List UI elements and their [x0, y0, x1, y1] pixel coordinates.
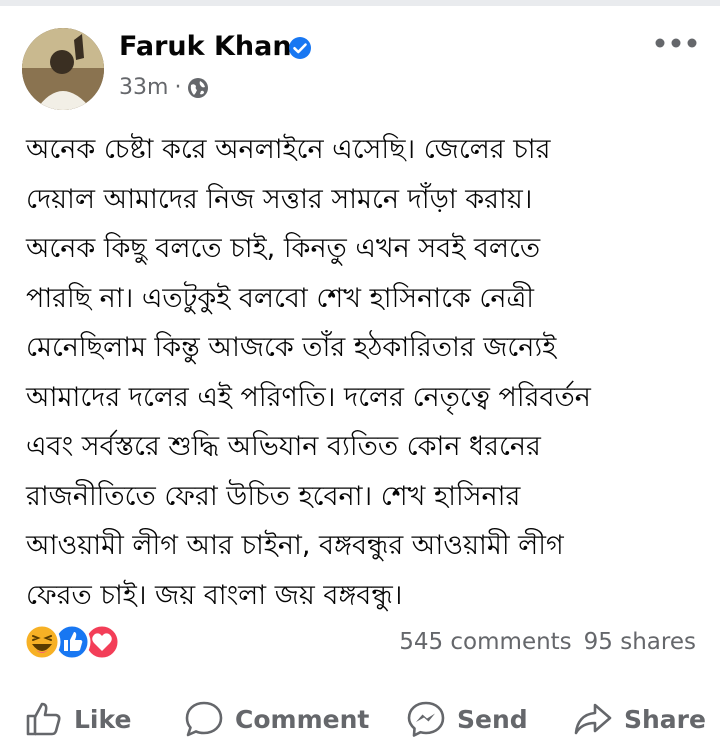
top-divider — [0, 0, 720, 6]
verified-badge-icon — [289, 37, 311, 59]
post-line: রাজনীতিতে ফেরা উচিত হবেনা। শেখ হাসিনার — [26, 480, 521, 512]
share-button[interactable]: Share — [572, 695, 706, 743]
post-line: এবং সর্বস্তরে শুদ্ধি অভিযান ব্যতিত কোন ধ… — [26, 431, 541, 462]
comment-count[interactable]: 545 comments — [399, 629, 571, 655]
share-label: Share — [624, 704, 706, 734]
globe-icon[interactable] — [187, 77, 209, 99]
thumbs-up-icon — [26, 702, 61, 736]
post-line: পারছি না। এতটুকুই বলবো শেখ হাসিনাকে নেত্… — [26, 282, 535, 314]
haha-reaction-icon — [23, 623, 61, 661]
action-bar: Like Comment Send Share — [0, 695, 720, 743]
comment-bubble-icon — [185, 701, 223, 737]
post-line: অনেক কিছু বলতে চাই, কিনতু এখন সবই বলতে — [26, 233, 541, 264]
like-label: Like — [74, 704, 132, 734]
send-button[interactable]: Send — [405, 695, 528, 743]
avatar[interactable] — [22, 28, 104, 110]
author-name[interactable]: Faruk Khan — [119, 30, 292, 64]
post-meta: 33m · — [119, 74, 209, 102]
share-arrow-icon — [574, 703, 612, 735]
send-label: Send — [457, 704, 528, 734]
share-count[interactable]: 95 shares — [584, 629, 696, 655]
reaction-summary[interactable] — [22, 622, 122, 662]
comment-button[interactable]: Comment — [183, 695, 369, 743]
post-line: আওয়ামী লীগ আর চাইনা, বঙ্গবন্ধুর আওয়ামী… — [26, 530, 564, 561]
post-line: ফেরত চাই। জয় বাংলা জয় বঙ্গবন্ধু। — [26, 579, 403, 611]
meta-separator: · — [174, 75, 182, 100]
post-line: দেয়াল আমাদের নিজ সত্তার সামনে দাঁড়া কর… — [26, 183, 533, 215]
comment-label: Comment — [235, 704, 370, 734]
more-options-icon[interactable] — [654, 36, 698, 50]
post-line: অনেক চেষ্টা করে অনলাইনে এসেছি। জেলের চার — [26, 134, 551, 165]
post-time[interactable]: 33m — [119, 74, 168, 102]
post-line: আমাদের দলের এই পরিণতি। দলের নেতৃত্বে পরি… — [26, 381, 591, 413]
post-text: অনেক চেষ্টা করে অনলাইনে এসেছি। জেলের চার… — [26, 125, 706, 620]
messenger-icon — [407, 701, 445, 737]
like-button[interactable]: Like — [24, 695, 131, 743]
post-line: মেনেছিলাম কিন্তু আজকে তাঁর হঠকারিতার জন্… — [26, 332, 557, 363]
engagement-counts: 545 comments 95 shares — [399, 625, 696, 659]
